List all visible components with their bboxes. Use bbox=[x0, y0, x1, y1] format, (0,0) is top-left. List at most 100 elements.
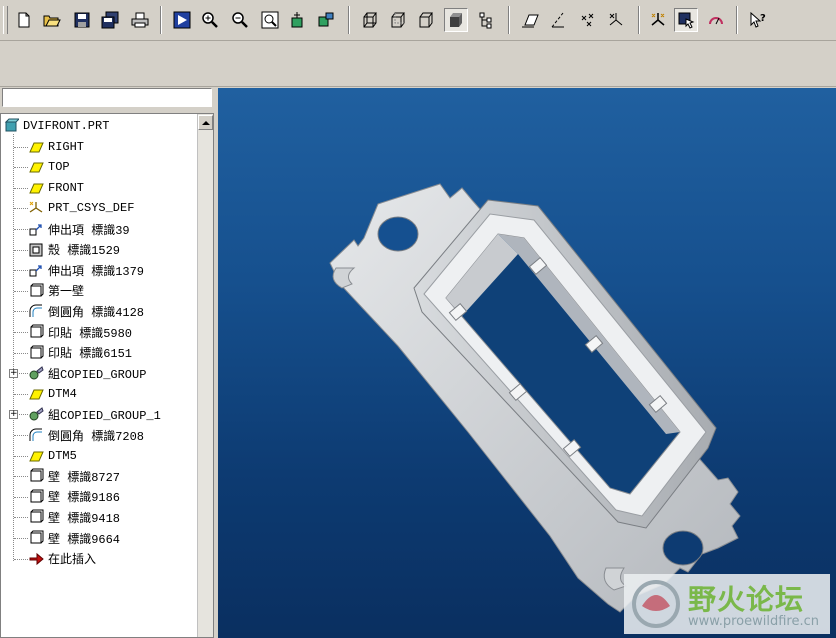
spin-center-button[interactable] bbox=[646, 8, 670, 32]
tree-item[interactable]: PRT_CSYS_DEF bbox=[28, 198, 134, 218]
open-folder-icon bbox=[43, 15, 61, 27]
new-file-icon bbox=[18, 12, 30, 28]
part-model-render[interactable] bbox=[218, 88, 836, 638]
redraw-icon bbox=[173, 11, 191, 29]
wall-icon bbox=[28, 345, 44, 361]
tree-root-item[interactable]: DVIFRONT.PRT bbox=[3, 116, 109, 136]
forum-watermark: 野火论坛 www.proewildfire.cn bbox=[624, 574, 830, 634]
tree-item[interactable]: RIGHT bbox=[28, 137, 84, 157]
datum-axes-button[interactable] bbox=[546, 8, 570, 32]
round-icon bbox=[28, 303, 44, 319]
tree-item[interactable]: 壁 標識9664 bbox=[28, 528, 120, 548]
zoom-out-button[interactable] bbox=[228, 8, 252, 32]
scroll-up-button[interactable] bbox=[198, 115, 213, 130]
panel-header-field[interactable] bbox=[2, 88, 212, 107]
print-icon bbox=[131, 12, 149, 28]
hidden-line-button[interactable] bbox=[386, 8, 410, 32]
tree-item-label: 伸出項 標識39 bbox=[48, 223, 130, 238]
toolbar-grip[interactable] bbox=[3, 6, 8, 34]
tree-item[interactable]: 印貼 標識5980 bbox=[28, 322, 132, 342]
tree-item-label: 壁 標識9664 bbox=[48, 532, 121, 547]
save-button[interactable] bbox=[70, 8, 94, 32]
tree-item[interactable]: 印貼 標識6151 bbox=[28, 343, 132, 363]
datum-point-icon bbox=[581, 13, 594, 27]
datum-plane-icon bbox=[28, 448, 44, 464]
svg-text:?: ? bbox=[760, 13, 766, 24]
tree-item[interactable]: 在此插入 bbox=[28, 549, 96, 569]
tree-item[interactable]: DTM5 bbox=[28, 446, 77, 466]
print-button[interactable] bbox=[128, 8, 152, 32]
tree-item[interactable]: 倒圓角 標識4128 bbox=[28, 301, 144, 321]
tree-item[interactable]: FRONT bbox=[28, 178, 84, 198]
tree-item-label: RIGHT bbox=[48, 139, 85, 154]
new-file-button[interactable] bbox=[12, 8, 36, 32]
toolbar-separator bbox=[736, 6, 738, 34]
expand-toggle-icon[interactable]: + bbox=[9, 369, 18, 379]
no-hidden-icon bbox=[419, 12, 433, 28]
datum-planes-button[interactable] bbox=[518, 8, 542, 32]
coordinate-systems-button[interactable] bbox=[604, 8, 628, 32]
tree-item[interactable]: 壁 標識9186 bbox=[28, 487, 120, 507]
tree-item-label: 伸出項 標識1379 bbox=[48, 264, 145, 279]
refit-button[interactable] bbox=[258, 8, 282, 32]
tree-item[interactable]: 壁 標識9418 bbox=[28, 507, 120, 527]
wall-icon bbox=[28, 468, 44, 484]
zoom-in-button[interactable] bbox=[198, 8, 222, 32]
watermark-url: www.proewildfire.cn bbox=[688, 614, 819, 629]
shading-button[interactable] bbox=[444, 8, 468, 32]
tree-item[interactable]: 組COPIED_GROUP bbox=[28, 363, 146, 383]
datum-plane-icon bbox=[28, 386, 44, 402]
whats-this-button[interactable]: ? bbox=[746, 8, 770, 32]
reorient-button[interactable] bbox=[286, 8, 310, 32]
zoom-in-icon bbox=[202, 12, 218, 28]
datum-axis-icon bbox=[551, 12, 564, 28]
tree-item-label: FRONT bbox=[48, 180, 85, 195]
open-file-button[interactable] bbox=[40, 8, 64, 32]
rotate-icon bbox=[709, 17, 723, 25]
datum-plane-icon bbox=[522, 14, 539, 28]
tree-item[interactable]: 倒圓角 標識7208 bbox=[28, 425, 144, 445]
tree-item-label: 倒圓角 標識4128 bbox=[48, 305, 145, 320]
model-tree-button[interactable] bbox=[474, 8, 498, 32]
tree-item[interactable]: 第一壁 bbox=[28, 281, 84, 301]
tree-item[interactable]: 伸出項 標識1379 bbox=[28, 260, 144, 280]
tree-item-label: 壁 標識9418 bbox=[48, 511, 121, 526]
tree-branch-line bbox=[14, 208, 28, 210]
graphics-viewport[interactable]: 野火论坛 www.proewildfire.cn bbox=[218, 88, 836, 638]
tree-item[interactable]: 壁 標識8727 bbox=[28, 466, 120, 486]
tree-item[interactable]: 組COPIED_GROUP_1 bbox=[28, 404, 161, 424]
tree-scrollbar[interactable] bbox=[197, 114, 213, 637]
rotate-button[interactable] bbox=[704, 8, 728, 32]
tree-item[interactable]: DTM4 bbox=[28, 384, 77, 404]
tree-branch-line bbox=[14, 455, 28, 457]
tree-item[interactable]: 殼 標識1529 bbox=[28, 240, 120, 260]
save-copy-button[interactable] bbox=[98, 8, 122, 32]
datum-plane-icon bbox=[28, 139, 44, 155]
shell-icon bbox=[28, 242, 44, 258]
orient-mode-button[interactable] bbox=[674, 8, 698, 32]
message-area bbox=[0, 41, 836, 87]
group-icon bbox=[28, 365, 44, 381]
zoom-out-icon bbox=[232, 12, 248, 28]
wireframe-button[interactable] bbox=[358, 8, 382, 32]
tree-branch-line bbox=[14, 393, 28, 395]
round-icon bbox=[28, 427, 44, 443]
no-hidden-button[interactable] bbox=[414, 8, 438, 32]
wall-icon bbox=[28, 489, 44, 505]
wall-icon bbox=[28, 530, 44, 546]
spin-center-icon bbox=[651, 13, 665, 26]
tree-branch-line bbox=[14, 167, 28, 169]
expand-toggle-icon[interactable]: + bbox=[9, 410, 18, 420]
orient-mode-icon bbox=[678, 12, 695, 29]
datum-points-button[interactable] bbox=[576, 8, 600, 32]
tree-branch-line bbox=[14, 187, 28, 189]
tree-item[interactable]: 伸出項 標識39 bbox=[28, 219, 130, 239]
tree-item-label: 第一壁 bbox=[48, 285, 85, 300]
tree-item[interactable]: TOP bbox=[28, 157, 70, 177]
model-tree-icon bbox=[479, 12, 492, 29]
saved-views-button[interactable] bbox=[314, 8, 338, 32]
tree-item-label: DTM4 bbox=[48, 386, 77, 401]
tree-branch-line bbox=[14, 146, 28, 148]
redraw-button[interactable] bbox=[170, 8, 194, 32]
csys-icon bbox=[28, 200, 44, 216]
